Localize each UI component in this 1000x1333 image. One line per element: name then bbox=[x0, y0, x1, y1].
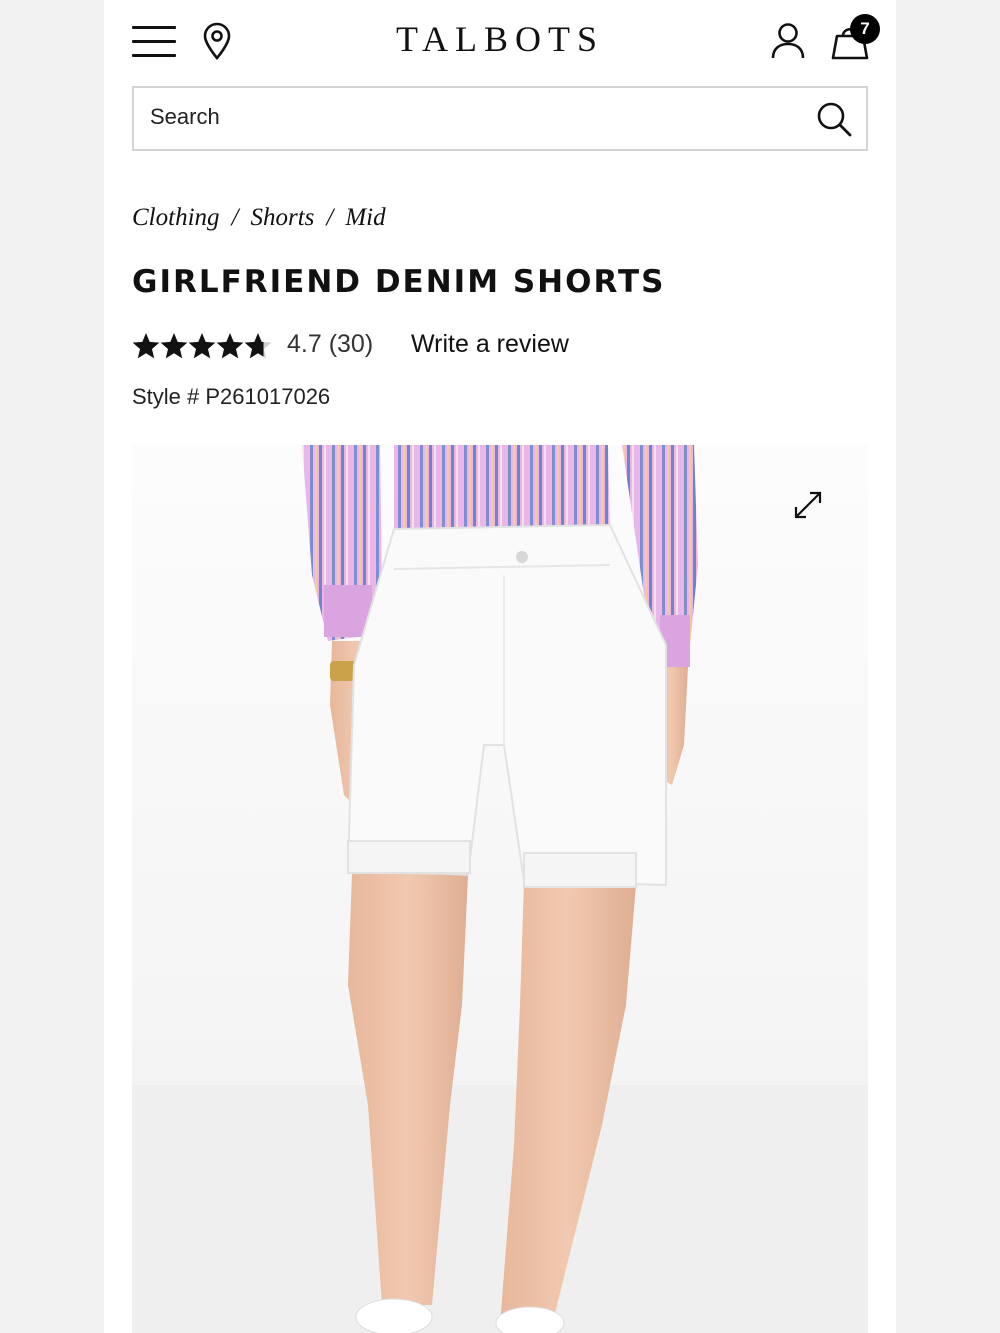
breadcrumb-separator: / bbox=[231, 204, 239, 231]
search-placeholder: Search bbox=[150, 104, 220, 129]
product-title: GIRLFRIEND DENIM SHORTS bbox=[132, 264, 666, 300]
expand-icon[interactable] bbox=[790, 487, 826, 523]
breadcrumb-mid[interactable]: Mid bbox=[345, 204, 385, 231]
star-2 bbox=[160, 333, 188, 359]
star-3 bbox=[188, 333, 216, 359]
style-number: Style # P261017026 bbox=[132, 384, 331, 409]
cart-count-badge: 7 bbox=[850, 14, 880, 44]
site-header: TALBOTS 7 bbox=[104, 0, 896, 84]
breadcrumb-clothing[interactable]: Clothing bbox=[132, 204, 220, 231]
breadcrumb-shorts[interactable]: Shorts bbox=[250, 204, 314, 231]
search-input[interactable]: Search bbox=[132, 86, 868, 151]
account-icon[interactable] bbox=[770, 22, 806, 60]
star-5 bbox=[244, 333, 272, 359]
star-rating[interactable] bbox=[132, 332, 272, 362]
write-review-link[interactable]: Write a review bbox=[411, 330, 569, 359]
breadcrumb: Clothing / Shorts / Mid bbox=[132, 204, 386, 232]
rating-summary[interactable]: 4.7 (30) bbox=[287, 330, 373, 359]
product-image[interactable] bbox=[132, 445, 868, 1333]
star-4 bbox=[216, 333, 244, 359]
product-photo bbox=[132, 445, 868, 1333]
product-page: TALBOTS 7 Search Clothing / Shorts / Mid GIR… bbox=[104, 0, 896, 1333]
search-icon[interactable] bbox=[816, 101, 852, 137]
rating-row: 4.7 (30) Write a review bbox=[132, 328, 832, 364]
breadcrumb-separator: / bbox=[326, 204, 334, 231]
star-1 bbox=[132, 333, 160, 359]
